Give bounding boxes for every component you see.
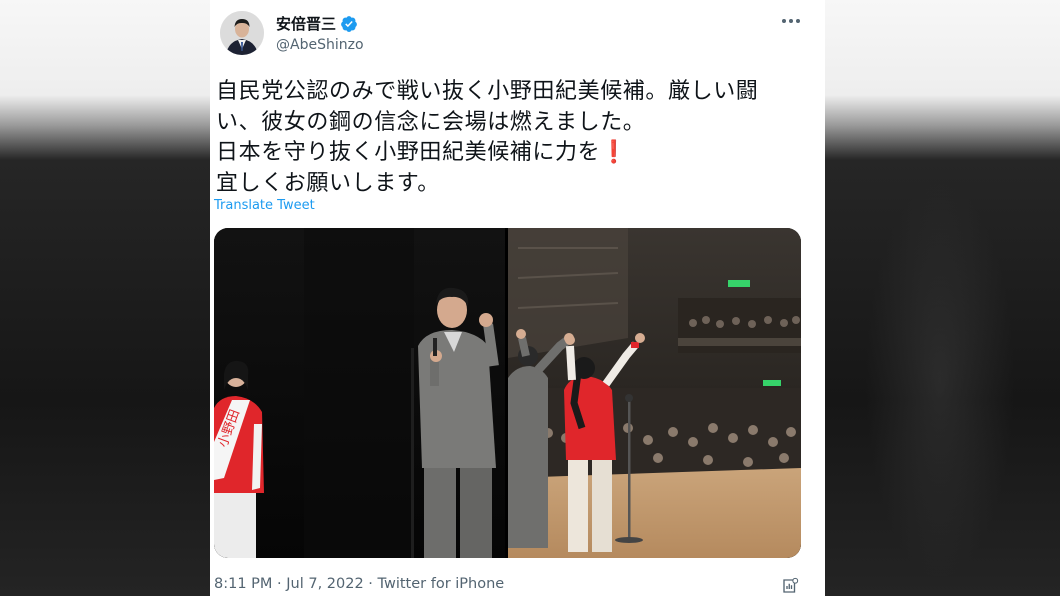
display-name[interactable]: 安倍晋三 (276, 13, 358, 34)
photo-speaker-on-stage[interactable]: 小野田 (214, 228, 505, 558)
analytics-icon[interactable] (781, 577, 799, 595)
tweet-text-line-3-text: 日本を守り抜く小野田紀美候補に力を (216, 140, 601, 165)
avatar[interactable] (220, 11, 264, 55)
translate-tweet-link[interactable]: Translate Tweet (214, 198, 315, 213)
backdrop-left (0, 0, 210, 596)
photo-rally-crowd[interactable] (508, 228, 801, 558)
backdrop-right (825, 0, 1060, 596)
handle[interactable]: @AbeShinzo (276, 37, 364, 53)
tweet-text-line-1: 自民党公認のみで戦い抜く小野田紀美候補。厳しい闘 (216, 79, 759, 104)
tweet-card: 安倍晋三 @AbeShinzo 自民党公認のみで戦い抜く小野田紀美候補。厳しい闘… (210, 0, 825, 596)
tweet-text: 自民党公認のみで戦い抜く小野田紀美候補。厳しい闘 い、彼女の鋼の信念に会場は燃え… (216, 77, 806, 199)
more-horizontal-icon[interactable] (779, 9, 803, 33)
verified-badge-icon (341, 15, 357, 32)
tweet-text-line-2: い、彼女の鋼の信念に会場は燃えました。 (216, 109, 646, 135)
tweet-timestamp[interactable]: 8:11 PM · Jul 7, 2022 · Twitter for iPho… (214, 576, 504, 592)
display-name-text[interactable]: 安倍晋三 (276, 13, 336, 34)
tweet-text-line-4: 宜しくお願いします。 (216, 170, 440, 196)
tweet-media[interactable]: 小野田 (214, 228, 801, 558)
exclamation-emoji: ❗ (600, 140, 629, 165)
tweet-text-line-3: 日本を守り抜く小野田紀美候補に力を❗ (216, 138, 806, 169)
